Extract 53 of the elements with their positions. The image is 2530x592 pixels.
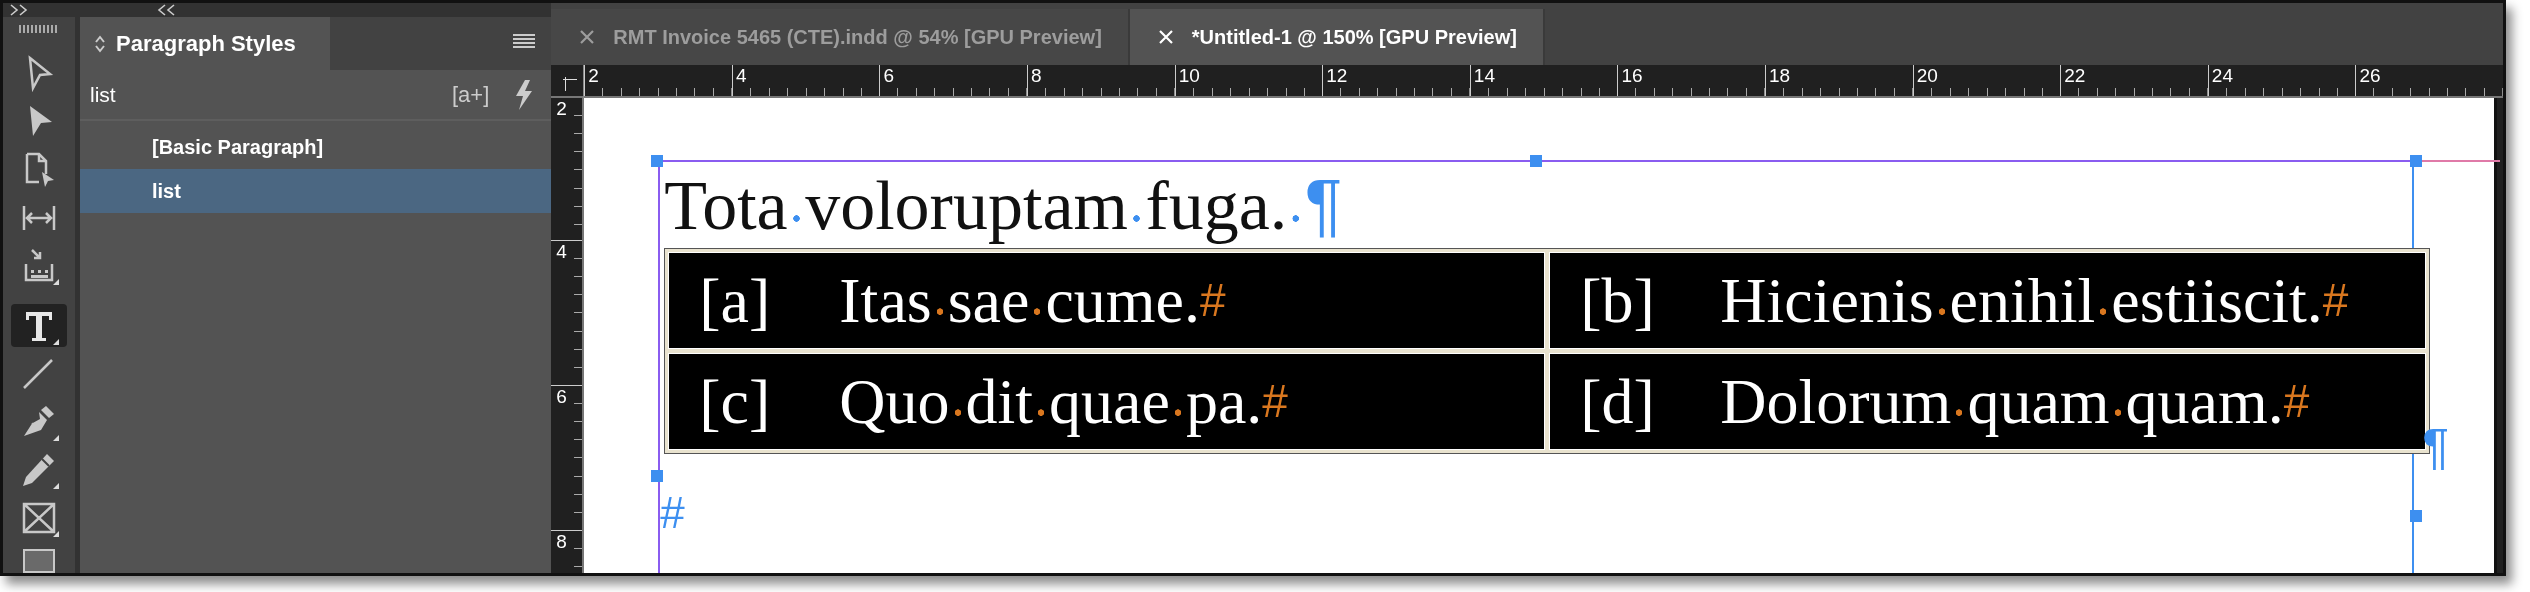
ruler-number: 10	[1178, 65, 1200, 86]
frame-handle[interactable]	[651, 470, 664, 482]
ruler-number: 8	[1031, 65, 1042, 86]
style-list-item[interactable]: list	[80, 169, 552, 213]
ruler-number: 18	[1769, 65, 1791, 86]
current-style-name: list	[90, 81, 116, 108]
ruler-number: 20	[1916, 65, 1938, 86]
lightning-icon[interactable]	[513, 79, 534, 110]
list-label: [a]	[699, 263, 772, 338]
frame-handle[interactable]	[651, 155, 664, 167]
document-tab[interactable]: *Untitled-1 @ 150% [GPU Preview]	[1129, 9, 1545, 65]
ruler-number: 12	[1326, 65, 1348, 86]
cell-text: Hicienis enihil estiiscit.	[1720, 263, 2323, 338]
end-of-cell-mark: #	[1262, 374, 1288, 429]
ruler-number: 2	[588, 65, 599, 86]
ruler-number: 6	[556, 386, 567, 407]
ruler-number: 4	[556, 241, 567, 262]
cell-text: Itas sae cume.	[839, 263, 1200, 338]
vertical-ruler[interactable]: 2 4 6 8	[551, 98, 585, 573]
list-label: [d]	[1580, 364, 1656, 439]
style-list-item[interactable]: [Basic Paragraph]	[80, 125, 552, 169]
list-label: [b]	[1580, 263, 1656, 338]
cell-text: Quo dit quae pa.	[839, 364, 1263, 439]
end-of-cell-mark: #	[1200, 273, 1226, 328]
panel-title: Paragraph Styles	[116, 30, 296, 58]
new-style-button[interactable]: [a+]	[451, 78, 490, 111]
pilcrow-mark: ¶	[1304, 166, 1343, 244]
end-of-story-mark: #	[660, 487, 685, 539]
sort-icon	[94, 33, 106, 54]
ruler-number: 2	[556, 98, 567, 119]
tool-button[interactable]	[11, 304, 67, 347]
panel-tab[interactable]: Paragraph Styles	[80, 17, 330, 70]
toolbar-grip[interactable]	[19, 25, 59, 33]
ruler-number: 8	[556, 531, 567, 552]
menu-icon[interactable]	[513, 33, 536, 49]
horizontal-ruler[interactable]: 2 4 6 8 10 12 14 16 18 20 22 24 26	[584, 65, 2503, 96]
end-of-cell-mark: #	[2283, 374, 2310, 429]
frame-handle[interactable]	[2410, 155, 2423, 167]
ruler-number: 16	[1621, 65, 1643, 86]
pilcrow-mark: ¶	[2422, 418, 2450, 477]
heading-text: Tota voloruptam fuga. ¶	[664, 166, 1343, 245]
end-of-cell-mark: #	[2322, 273, 2349, 328]
ruler-number: 14	[1473, 65, 1495, 86]
ruler-number: 22	[2064, 65, 2086, 86]
ruler-number: 4	[735, 65, 747, 86]
ruler-number: 24	[2211, 65, 2233, 86]
frame-handle[interactable]	[1530, 155, 1543, 167]
close-icon[interactable]	[579, 29, 596, 45]
ruler-number: 6	[883, 65, 895, 86]
ruler-number: 26	[2359, 65, 2381, 86]
frame-handle[interactable]	[2410, 510, 2423, 522]
cell-text: Dolorum quam quam.	[1720, 364, 2284, 439]
list-label: [c]	[699, 364, 772, 439]
